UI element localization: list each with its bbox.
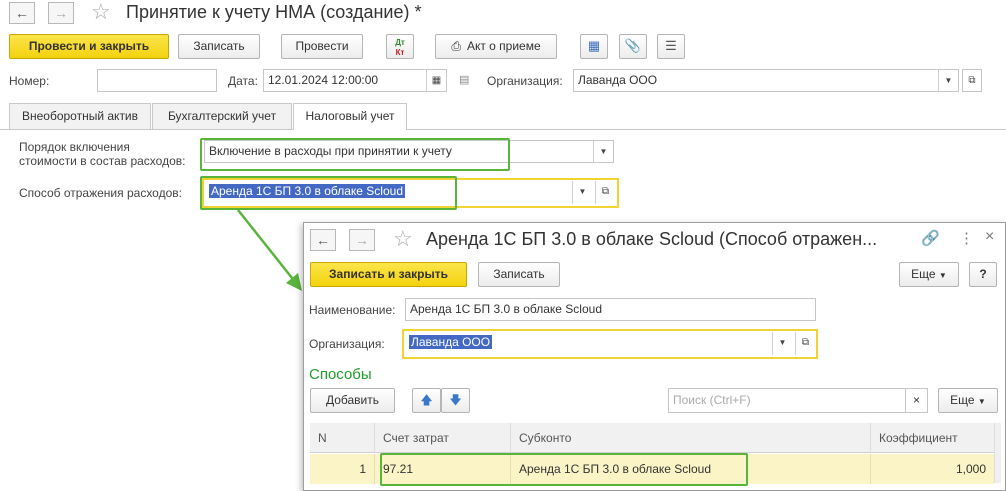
column-coefficient[interactable]: Коэффициент: [871, 423, 994, 453]
modal-organization-field[interactable]: Лаванда ООО ▼: [405, 332, 792, 355]
arrow-down-icon: 🡇: [449, 393, 462, 407]
move-down-button[interactable]: 🡇: [441, 388, 470, 413]
calendar-icon[interactable]: ▦: [426, 70, 446, 91]
save-and-close-button[interactable]: Записать и закрыть: [310, 262, 467, 287]
printer-icon: ⎙: [451, 39, 461, 53]
modal-favorite-star-icon[interactable]: ☆: [393, 228, 413, 250]
modal-save-button[interactable]: Записать: [478, 262, 560, 287]
attach-button[interactable]: 📎: [619, 34, 647, 59]
annotation-arrow-icon: [237, 209, 302, 291]
favorite-star-icon[interactable]: ☆: [91, 1, 111, 23]
organization-label: Организация:: [487, 74, 563, 88]
structure-button[interactable]: ▦: [580, 34, 608, 59]
chevron-down-icon[interactable]: ▼: [938, 70, 958, 91]
tab-accounting[interactable]: Бухгалтерский учет: [152, 103, 292, 129]
modal-title: Аренда 1С БП 3.0 в облаке Scloud (Способ…: [426, 229, 878, 249]
back-button[interactable]: ←: [9, 2, 35, 24]
organization-value: Лаванда ООО: [578, 73, 658, 87]
add-button[interactable]: Добавить: [310, 388, 395, 413]
arrow-left-icon: ←: [316, 232, 330, 248]
help-button[interactable]: ?: [969, 262, 997, 287]
close-icon[interactable]: ×: [985, 228, 994, 246]
chevron-down-icon[interactable]: ▼: [572, 181, 592, 204]
table-more-button[interactable]: Еще ▼: [938, 388, 998, 413]
more-vertical-icon[interactable]: ⋮: [959, 229, 974, 247]
paperclip-icon: 📎: [624, 38, 642, 53]
modal-more-label: Еще: [911, 267, 936, 281]
date-value: 12.01.2024 12:00:00: [268, 73, 379, 87]
number-field[interactable]: [97, 69, 217, 92]
expense-order-label-line2: стоимости в состав расходов:: [19, 154, 186, 168]
arrow-up-icon: 🡅: [420, 393, 433, 407]
column-subconto[interactable]: Субконто: [511, 423, 871, 453]
cell-coefficient[interactable]: 1,000: [871, 454, 994, 484]
chevron-down-icon: ▼: [977, 397, 986, 406]
column-account[interactable]: Счет затрат: [375, 423, 511, 453]
act-button-label: Акт о приеме: [466, 39, 541, 53]
organization-field[interactable]: Лаванда ООО ▼: [573, 69, 959, 92]
modal-forward-button[interactable]: →: [349, 229, 375, 251]
open-method-icon[interactable]: ⧉: [595, 181, 615, 204]
cell-n: 1: [310, 454, 375, 484]
chevron-down-icon: ▼: [938, 271, 947, 280]
list-icon: ☰: [665, 38, 677, 53]
modal-more-button[interactable]: Еще ▼: [899, 262, 959, 287]
dt-kt-icon: Дт: [395, 38, 405, 47]
expense-order-label: Порядок включения стоимости в состав рас…: [19, 140, 185, 168]
highlight-frame-order: [200, 138, 510, 171]
methods-section-title: Способы: [309, 366, 372, 383]
open-modal-organization-icon[interactable]: ⧉: [795, 332, 815, 355]
tab-noncurrent-asset[interactable]: Внеоборотный актив: [9, 103, 151, 129]
report-button[interactable]: ☰: [657, 34, 685, 59]
act-button[interactable]: ⎙ Акт о приеме: [435, 34, 557, 59]
method-modal-window: ← → ☆ Аренда 1С БП 3.0 в облаке Scloud (…: [303, 222, 1006, 491]
modal-organization-label: Организация:: [309, 337, 385, 351]
window-title: Принятие к учету НМА (создание) *: [126, 2, 422, 22]
table-header: N Счет затрат Субконто Коэффициент: [310, 423, 994, 453]
tab-divider: [0, 129, 1006, 130]
chevron-down-icon[interactable]: ▼: [772, 332, 792, 355]
column-n[interactable]: N: [310, 423, 375, 453]
table-more-label: Еще: [950, 393, 975, 407]
structure-icon: ▦: [587, 38, 601, 53]
expense-method-label: Способ отражения расходов:: [19, 186, 182, 200]
number-label: Номер:: [9, 74, 50, 88]
search-clear-button[interactable]: ×: [905, 388, 928, 413]
arrow-left-icon: ←: [15, 5, 29, 21]
date-field[interactable]: 12.01.2024 12:00:00 ▦: [263, 69, 447, 92]
expense-order-label-line1: Порядок включения: [19, 140, 130, 154]
highlight-frame-row: [380, 453, 748, 486]
table-scrollbar[interactable]: [994, 423, 1001, 483]
link-icon[interactable]: 🔗: [921, 229, 940, 247]
arrow-right-icon: →: [355, 232, 369, 248]
kt-label: Кт: [395, 48, 405, 57]
modal-back-button[interactable]: ←: [310, 229, 336, 251]
tab-tax-accounting[interactable]: Налоговый учет: [293, 103, 407, 130]
modal-organization-value: Лаванда ООО: [409, 335, 493, 349]
arrow-right-icon: →: [54, 5, 68, 21]
post-and-close-button[interactable]: Провести и закрыть: [9, 34, 169, 59]
chevron-down-icon[interactable]: ▼: [593, 141, 613, 162]
move-up-button[interactable]: 🡅: [412, 388, 441, 413]
open-organization-icon[interactable]: ⧉: [962, 69, 982, 92]
name-label: Наименование:: [309, 303, 396, 317]
dt-kt-button[interactable]: Дт Кт: [386, 34, 414, 59]
save-button[interactable]: Записать: [178, 34, 260, 59]
name-field[interactable]: Аренда 1С БП 3.0 в облаке Scloud: [405, 298, 816, 321]
forward-button[interactable]: →: [48, 2, 74, 24]
date-label: Дата:: [228, 74, 258, 88]
comment-icon[interactable]: ▤: [459, 73, 469, 86]
search-input[interactable]: Поиск (Ctrl+F): [668, 388, 928, 413]
post-button[interactable]: Провести: [281, 34, 363, 59]
